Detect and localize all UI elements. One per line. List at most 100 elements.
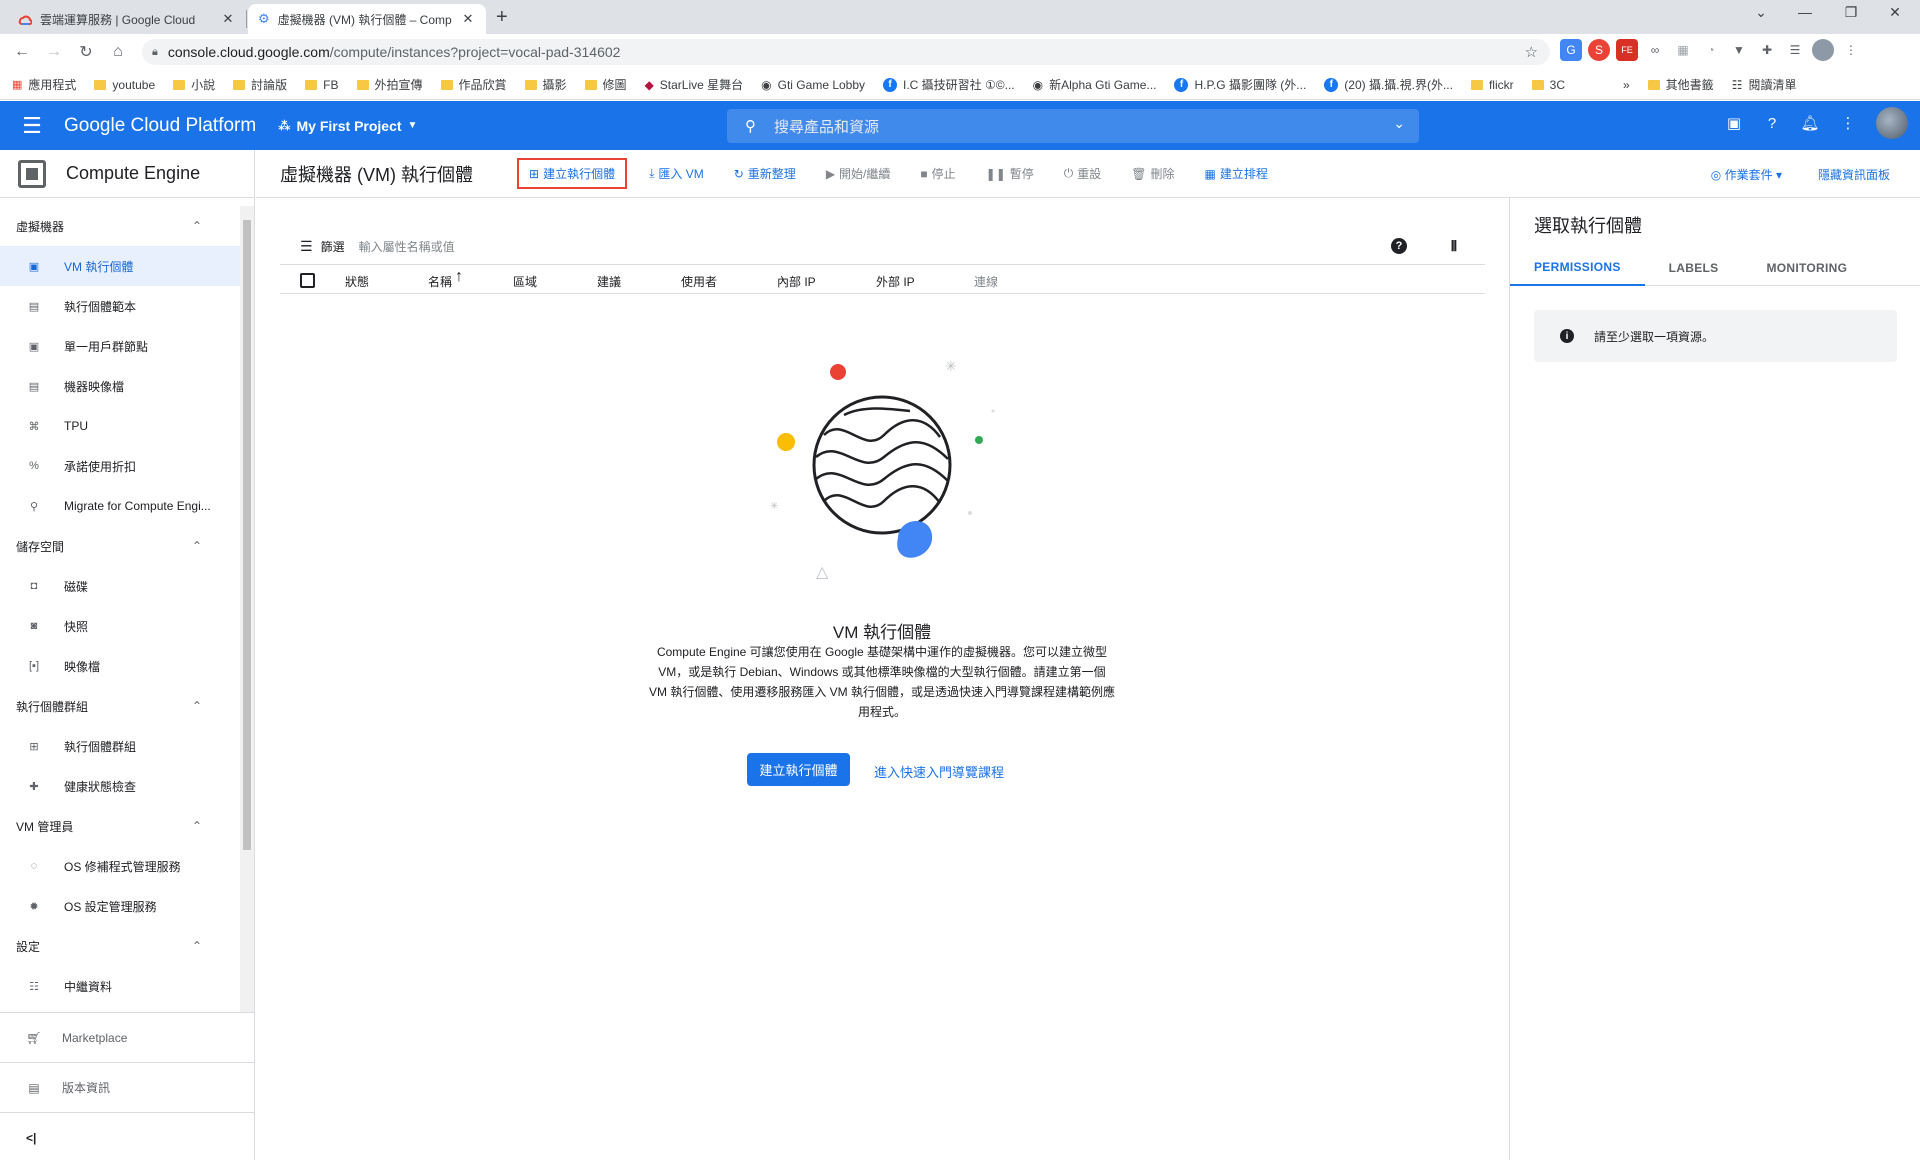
forward-icon[interactable]: → xyxy=(40,43,68,61)
bookmark-folder[interactable]: 攝影 xyxy=(524,76,567,93)
filter-input[interactable]: 輸入屬性名稱或值 xyxy=(359,238,455,255)
sidebar-item-release-notes[interactable]: ▤ 版本資訊 xyxy=(0,1062,254,1112)
back-icon[interactable]: ← xyxy=(8,43,36,61)
refresh-button[interactable]: ↻ 重新整理 xyxy=(726,159,804,188)
sidebar-item-committed-use[interactable]: % 承諾使用折扣 xyxy=(0,446,240,486)
menu-icon[interactable]: ☰ xyxy=(0,113,64,139)
sidebar-item-instance-templates[interactable]: ▤ 執行個體範本 xyxy=(0,286,240,326)
v-extension-icon[interactable]: ▼ xyxy=(1728,39,1750,61)
bookmark-reading-list[interactable]: ☷ 閱讀清單 xyxy=(1732,76,1797,93)
tab-labels[interactable]: LABELS xyxy=(1645,250,1743,286)
search-input[interactable]: ⚲ 搜尋產品和資源 ⌄ xyxy=(727,109,1419,143)
sidebar-item-instance-groups[interactable]: ⊞ 執行個體群組 xyxy=(0,726,240,766)
help-icon[interactable]: ? xyxy=(1391,238,1407,254)
minimize-icon[interactable]: — xyxy=(1790,4,1820,20)
create-instance-button[interactable]: ⊞ 建立執行個體 xyxy=(517,158,628,189)
section-instance-groups[interactable]: 執行個體群組 ⌃ xyxy=(0,686,240,726)
section-settings[interactable]: 設定 ⌃ xyxy=(0,926,240,966)
sidebar-item-snapshots[interactable]: ◙ 快照 xyxy=(0,606,240,646)
chrome-menu-icon[interactable]: ⋮ xyxy=(1840,39,1862,61)
scrollbar-thumb[interactable] xyxy=(243,220,251,850)
sidebar-item-migrate[interactable]: ⚲ Migrate for Compute Engi... xyxy=(0,486,240,526)
restore-icon[interactable]: ❐ xyxy=(1836,4,1866,21)
close-tab-icon[interactable]: ✕ xyxy=(220,11,236,27)
start-resume-button[interactable]: ▶ 開始/繼續 xyxy=(818,159,899,188)
column-zone[interactable]: 區域 xyxy=(513,273,537,290)
browser-tab-vm-instances[interactable]: ⚙ 虛擬機器 (VM) 執行個體 – Comp ✕ xyxy=(248,4,486,34)
sidebar-item-os-config[interactable]: ✹ OS 設定管理服務 xyxy=(0,886,240,926)
tab-permissions[interactable]: PERMISSIONS xyxy=(1510,250,1645,286)
clock-extension-icon[interactable]: ◔ xyxy=(1700,39,1722,61)
sidebar-item-sole-tenant-nodes[interactable]: ▣ 單一用戶群節點 xyxy=(0,326,240,366)
more-vert-icon[interactable]: ⋮ xyxy=(1838,114,1858,132)
bookmark-folder[interactable]: 外拍宣傳 xyxy=(356,76,423,93)
close-window-icon[interactable]: ✕ xyxy=(1880,4,1910,21)
section-vm-manager[interactable]: VM 管理員 ⌃ xyxy=(0,806,240,846)
sidebar-item-images[interactable]: [▪] 映像檔 xyxy=(0,646,240,686)
column-status[interactable]: 狀態 xyxy=(345,273,369,290)
bookmark-folder[interactable]: 小說 xyxy=(173,76,215,93)
quickstart-link[interactable]: 進入快速入門導覽課程 xyxy=(874,762,1004,781)
pause-button[interactable]: ❚❚ 暫停 xyxy=(978,159,1042,188)
column-in-use-by[interactable]: 使用者 xyxy=(681,273,717,290)
bookmark-folder[interactable]: 修圖 xyxy=(584,76,627,93)
tab-search-icon[interactable]: ⌄ xyxy=(1746,4,1776,21)
bookmark-other[interactable]: 其他書籤 xyxy=(1647,76,1714,93)
section-storage[interactable]: 儲存空間 ⌃ xyxy=(0,526,240,566)
translate-extension-icon[interactable]: G xyxy=(1560,39,1582,61)
home-icon[interactable]: ⌂ xyxy=(104,43,132,61)
bookmark-apps[interactable]: ▦ 應用程式 xyxy=(12,76,76,93)
tab-monitoring[interactable]: MONITORING xyxy=(1742,250,1871,286)
column-external-ip[interactable]: 外部 IP xyxy=(876,273,915,290)
bookmark-folder[interactable]: 3C xyxy=(1531,78,1565,92)
grid-extension-icon[interactable]: ▦ xyxy=(1672,39,1694,61)
select-all-checkbox[interactable] xyxy=(300,273,315,288)
cloud-shell-icon[interactable]: ▣ xyxy=(1724,114,1744,132)
sidebar-item-disks[interactable]: ◘ 磁碟 xyxy=(0,566,240,606)
puzzle-extensions-icon[interactable]: ✚ xyxy=(1756,39,1778,61)
avatar[interactable] xyxy=(1876,107,1908,139)
sidebar-item-tpu[interactable]: ⌘ TPU xyxy=(0,406,240,446)
reset-button[interactable]: ⏻ 重設 xyxy=(1056,159,1110,188)
bookmark-starlive[interactable]: ◆ StarLive 星舞台 xyxy=(645,76,744,93)
url-field[interactable]: 🔒︎ console.cloud.google.com/compute/inst… xyxy=(142,39,1550,65)
sidebar-item-health-checks[interactable]: ✚ 健康狀態檢查 xyxy=(0,766,240,806)
bookmark-folder[interactable]: youtube xyxy=(94,78,155,92)
sidebar-item-os-patch[interactable]: ◌ OS 修補程式管理服務 xyxy=(0,846,240,886)
chevron-down-icon[interactable]: ⌄ xyxy=(1393,115,1405,132)
project-selector[interactable]: ⁂ My First Project ▼ xyxy=(278,118,417,134)
bookmark-star-icon[interactable]: ☆ xyxy=(1525,43,1538,61)
sort-arrow-up-icon[interactable]: ↑ xyxy=(455,268,463,286)
column-name[interactable]: 名稱 xyxy=(428,273,452,290)
section-virtual-machines[interactable]: 虛擬機器 ⌃ xyxy=(0,206,240,246)
sidebar-item-machine-images[interactable]: ▤ 機器映像檔 xyxy=(0,366,240,406)
reload-icon[interactable]: ↻ xyxy=(72,42,100,62)
collapse-sidebar-button[interactable]: <| xyxy=(0,1112,254,1162)
sidebar-item-marketplace[interactable]: 🛒︎ Marketplace xyxy=(0,1012,254,1062)
sidebar-scrollbar[interactable] xyxy=(240,206,254,1012)
fe-extension-icon[interactable]: FE xyxy=(1616,39,1638,61)
close-tab-icon[interactable]: ✕ xyxy=(460,11,476,27)
bookmark-gti[interactable]: ◉ Gti Game Lobby xyxy=(761,78,865,92)
create-instance-primary-button[interactable]: 建立執行個體 xyxy=(747,753,850,786)
profile-avatar-icon[interactable] xyxy=(1812,39,1834,61)
bookmark-facebook[interactable]: f H.P.G 攝影團隊 (外... xyxy=(1174,76,1306,93)
brand-title[interactable]: Google Cloud Platform xyxy=(64,115,256,137)
stop-button[interactable]: ■ 停止 xyxy=(912,159,963,188)
s-extension-icon[interactable]: S xyxy=(1588,39,1610,61)
browser-tab-google-cloud[interactable]: 雲端運算服務 | Google Cloud ✕ xyxy=(8,4,246,34)
sidebar-item-vm-instances[interactable]: ▣ VM 執行個體 xyxy=(0,246,240,286)
import-vm-button[interactable]: ⤓ 匯入 VM xyxy=(641,159,712,188)
hide-info-panel-link[interactable]: 隱藏資訊面板 xyxy=(1818,166,1890,183)
bookmark-gti-alpha[interactable]: ◉ 新Alpha Gti Game... xyxy=(1033,76,1157,93)
reading-list-icon[interactable]: ☰ xyxy=(1784,39,1806,61)
create-schedule-button[interactable]: ▦ 建立排程 xyxy=(1197,159,1276,188)
bookmark-folder[interactable]: 討論版 xyxy=(233,76,287,93)
bookmark-facebook[interactable]: f I.C 攝技研習社 ①©... xyxy=(883,76,1015,93)
bookmark-folder[interactable]: flickr xyxy=(1470,78,1514,92)
help-icon[interactable]: ? xyxy=(1762,115,1782,132)
new-tab-icon[interactable]: + xyxy=(496,6,508,29)
column-internal-ip[interactable]: 內部 IP xyxy=(777,273,816,290)
bookmark-folder[interactable]: 作品欣賞 xyxy=(440,76,507,93)
column-recommendation[interactable]: 建議 xyxy=(597,273,621,290)
